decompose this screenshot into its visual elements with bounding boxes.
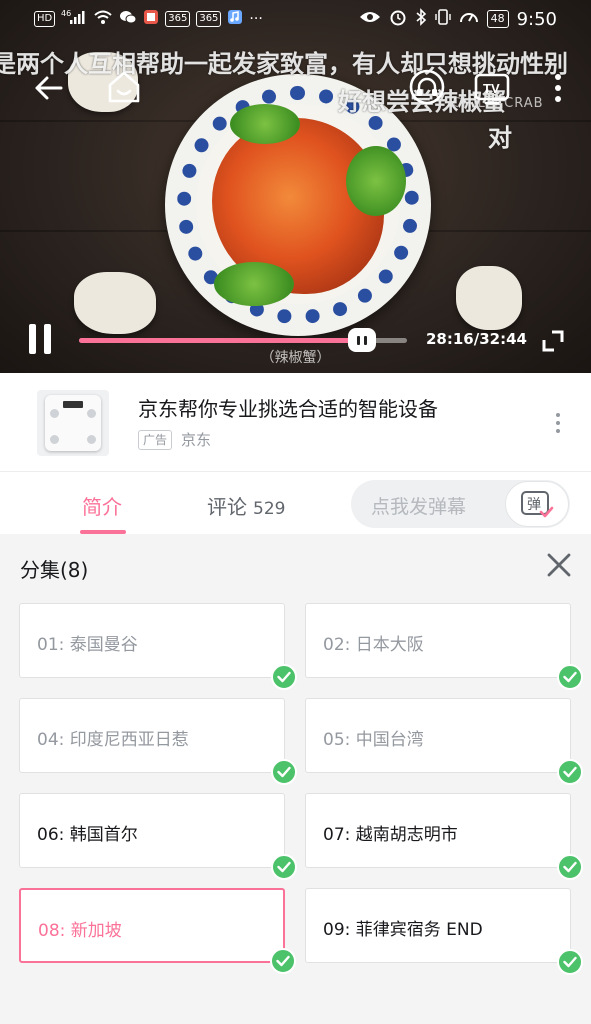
danmaku-placeholder: 点我发弹幕	[371, 496, 467, 518]
alarm-icon	[389, 8, 407, 30]
status-bar: HD 46 365 365 ··· 48 9:50	[0, 0, 591, 40]
wifi-icon	[93, 9, 113, 28]
headphones-icon	[409, 69, 445, 105]
svg-text:TV: TV	[483, 81, 500, 96]
eye-comfort-icon	[359, 10, 381, 28]
playback-time: 28:16/32:44	[426, 330, 527, 348]
wechat-icon	[119, 9, 137, 28]
danmaku-toggle-button[interactable]: 弹	[505, 481, 569, 527]
episode-item[interactable]: 08: 新加坡	[19, 888, 296, 974]
progress-fill	[79, 338, 363, 343]
arrow-left-icon	[35, 76, 63, 100]
tab-comments[interactable]: 评论 529	[207, 491, 285, 520]
office-365-icon: 365	[196, 10, 222, 27]
episode-label: 01: 泰国曼谷	[37, 635, 138, 655]
ad-source: 京东	[181, 431, 212, 449]
episode-label: 07: 越南胡志明市	[323, 825, 458, 845]
svg-text:46: 46	[61, 9, 71, 18]
watched-check-icon	[271, 664, 297, 690]
signal-icon: 46	[61, 9, 87, 28]
episode-item[interactable]: 05: 中国台湾	[305, 698, 583, 785]
episode-item[interactable]: 06: 韩国首尔	[19, 793, 297, 880]
episode-label: 02: 日本大阪	[323, 635, 424, 655]
smart-scale-image	[45, 395, 101, 451]
comments-count: 529	[253, 499, 286, 519]
ad-banner[interactable]: 京东帮你专业挑选合适的智能设备 广告 京东	[0, 373, 591, 471]
danmaku-comment: 对	[488, 124, 512, 152]
episodes-panel: 分集(8) 01: 泰国曼谷 02: 日本大阪 04: 印度尼西亚日惹 05: …	[0, 534, 591, 1024]
episode-label: 09: 菲律宾宿务 END	[323, 920, 483, 940]
clock: 9:50	[516, 8, 557, 30]
status-right: 48 9:50	[359, 8, 557, 30]
cast-tv-button[interactable]: TV	[472, 68, 512, 108]
tab-intro[interactable]: 简介	[82, 491, 122, 520]
video-player[interactable]: CHILLI CRAB 是两个人互相帮助一起发家致富，有人却只想挑动性别 好想尝…	[0, 0, 591, 373]
ad-more-button[interactable]	[548, 409, 568, 437]
home-button[interactable]	[104, 66, 144, 108]
episode-item[interactable]: 01: 泰国曼谷	[19, 603, 297, 690]
close-icon	[547, 553, 571, 577]
ad-title[interactable]: 京东帮你专业挑选合适的智能设备	[138, 393, 438, 422]
watched-check-icon	[557, 664, 583, 690]
close-panel-button[interactable]	[544, 550, 574, 580]
lettuce-garnish	[346, 146, 406, 216]
episode-label: 05: 中国台湾	[323, 730, 424, 750]
more-notifications-icon: ···	[249, 10, 263, 27]
back-button[interactable]	[28, 68, 68, 108]
episode-label: 08: 新加坡	[38, 921, 122, 941]
lettuce-garnish	[214, 262, 294, 306]
tv-icon: TV	[474, 73, 510, 105]
progress-bar[interactable]	[79, 328, 407, 352]
watched-check-icon	[557, 759, 583, 785]
episode-item[interactable]: 02: 日本大阪	[305, 603, 583, 690]
episode-item[interactable]: 07: 越南胡志明市	[305, 793, 583, 880]
more-options-button[interactable]	[546, 68, 570, 108]
tab-bar: 简介 评论 529 点我发弹幕 弹	[0, 471, 591, 534]
episode-item[interactable]: 04: 印度尼西亚日惹	[19, 698, 297, 785]
music-app-icon	[227, 9, 243, 28]
danmaku-input[interactable]: 点我发弹幕 弹	[351, 480, 570, 528]
watched-check-icon	[271, 854, 297, 880]
app-screen: CHILLI CRAB 是两个人互相帮助一起发家致富，有人却只想挑动性别 好想尝…	[0, 0, 591, 1024]
ad-image	[37, 390, 109, 456]
speed-icon	[459, 8, 479, 30]
steamed-bun	[456, 266, 522, 330]
episodes-title: 分集(8)	[20, 558, 89, 582]
watched-check-icon	[557, 949, 583, 975]
danmaku-toggle-icon: 弹	[521, 491, 554, 518]
vibrate-icon	[434, 8, 451, 30]
episode-label: 04: 印度尼西亚日惹	[37, 730, 189, 750]
steamed-bun	[74, 272, 156, 334]
bluetooth-icon	[415, 8, 427, 30]
video-subtitle: （辣椒蟹）	[260, 350, 331, 366]
tab-comments-label: 评论	[207, 495, 247, 519]
more-vertical-icon	[555, 74, 561, 102]
svg-text:弹: 弹	[527, 497, 541, 513]
episode-label: 06: 韩国首尔	[37, 825, 138, 845]
home-icon	[108, 71, 140, 103]
hd-indicator: HD	[34, 10, 56, 27]
episode-item[interactable]: 09: 菲律宾宿务 END	[305, 888, 583, 975]
lettuce-garnish	[230, 104, 300, 144]
notes-app-icon	[143, 9, 159, 28]
watched-check-icon	[271, 759, 297, 785]
audio-mode-button[interactable]	[406, 66, 448, 108]
office-365-icon: 365	[165, 10, 191, 27]
watched-check-icon	[557, 854, 583, 880]
ad-badge: 广告	[138, 430, 173, 450]
battery-icon: 48	[486, 10, 509, 28]
status-left: HD 46 365 365 ···	[34, 9, 263, 28]
watched-check-icon	[270, 948, 296, 974]
